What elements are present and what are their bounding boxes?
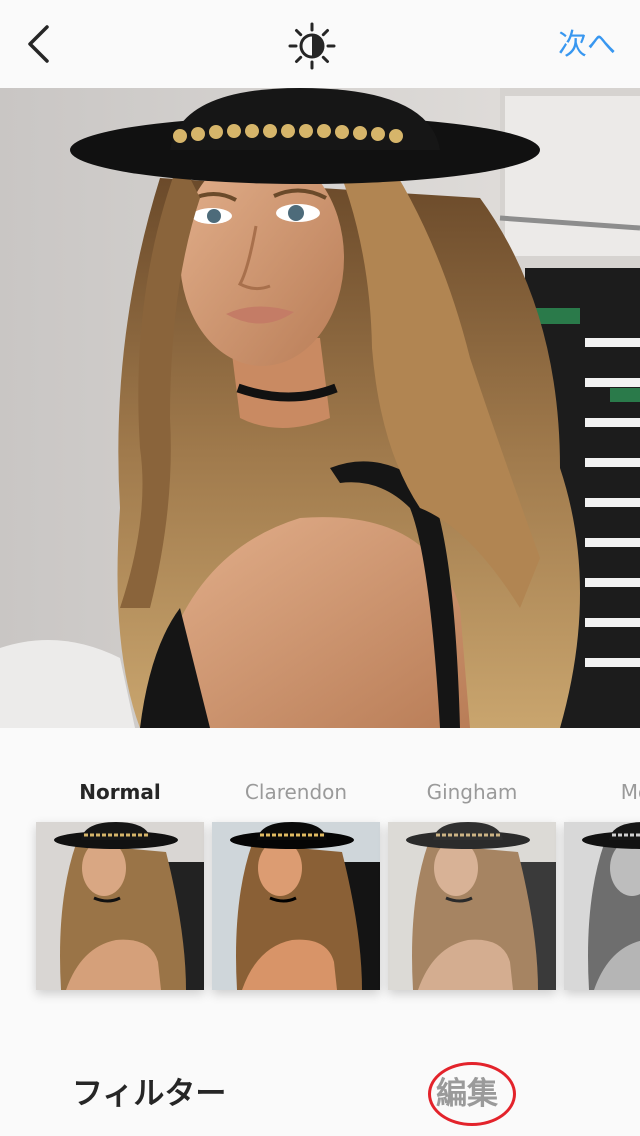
next-button[interactable]: 次へ [558,22,616,66]
tab-edit[interactable]: 編集 [436,1068,498,1113]
top-nav-bar: 次へ [0,0,640,88]
filter-thumb-gingham[interactable] [388,822,556,990]
filter-name-moon: Moon [620,780,640,804]
filter-thumb-moon[interactable] [564,822,640,990]
chevron-left-icon [28,25,49,63]
main-photo [0,88,640,728]
filter-name-clarendon: Clarendon [244,780,348,804]
bottom-tab-bar: フィルター 編集 [0,1048,640,1136]
filter-thumb-normal[interactable] [36,822,204,990]
filter-name-gingham: Gingham [426,780,518,804]
filter-thumb-clarendon[interactable] [212,822,380,990]
tab-filter[interactable]: フィルター [72,1068,226,1113]
filter-strip: Normal Clarendon Gingham M [0,760,640,1000]
lux-adjust-icon [288,22,336,70]
filter-name-normal: Normal [79,780,161,804]
photo-editor-screen: 次へ Normal Clarendon Gingham M フィルター 編集 [0,0,640,1136]
lux-adjust-button[interactable] [286,20,338,72]
back-button[interactable] [18,20,58,68]
